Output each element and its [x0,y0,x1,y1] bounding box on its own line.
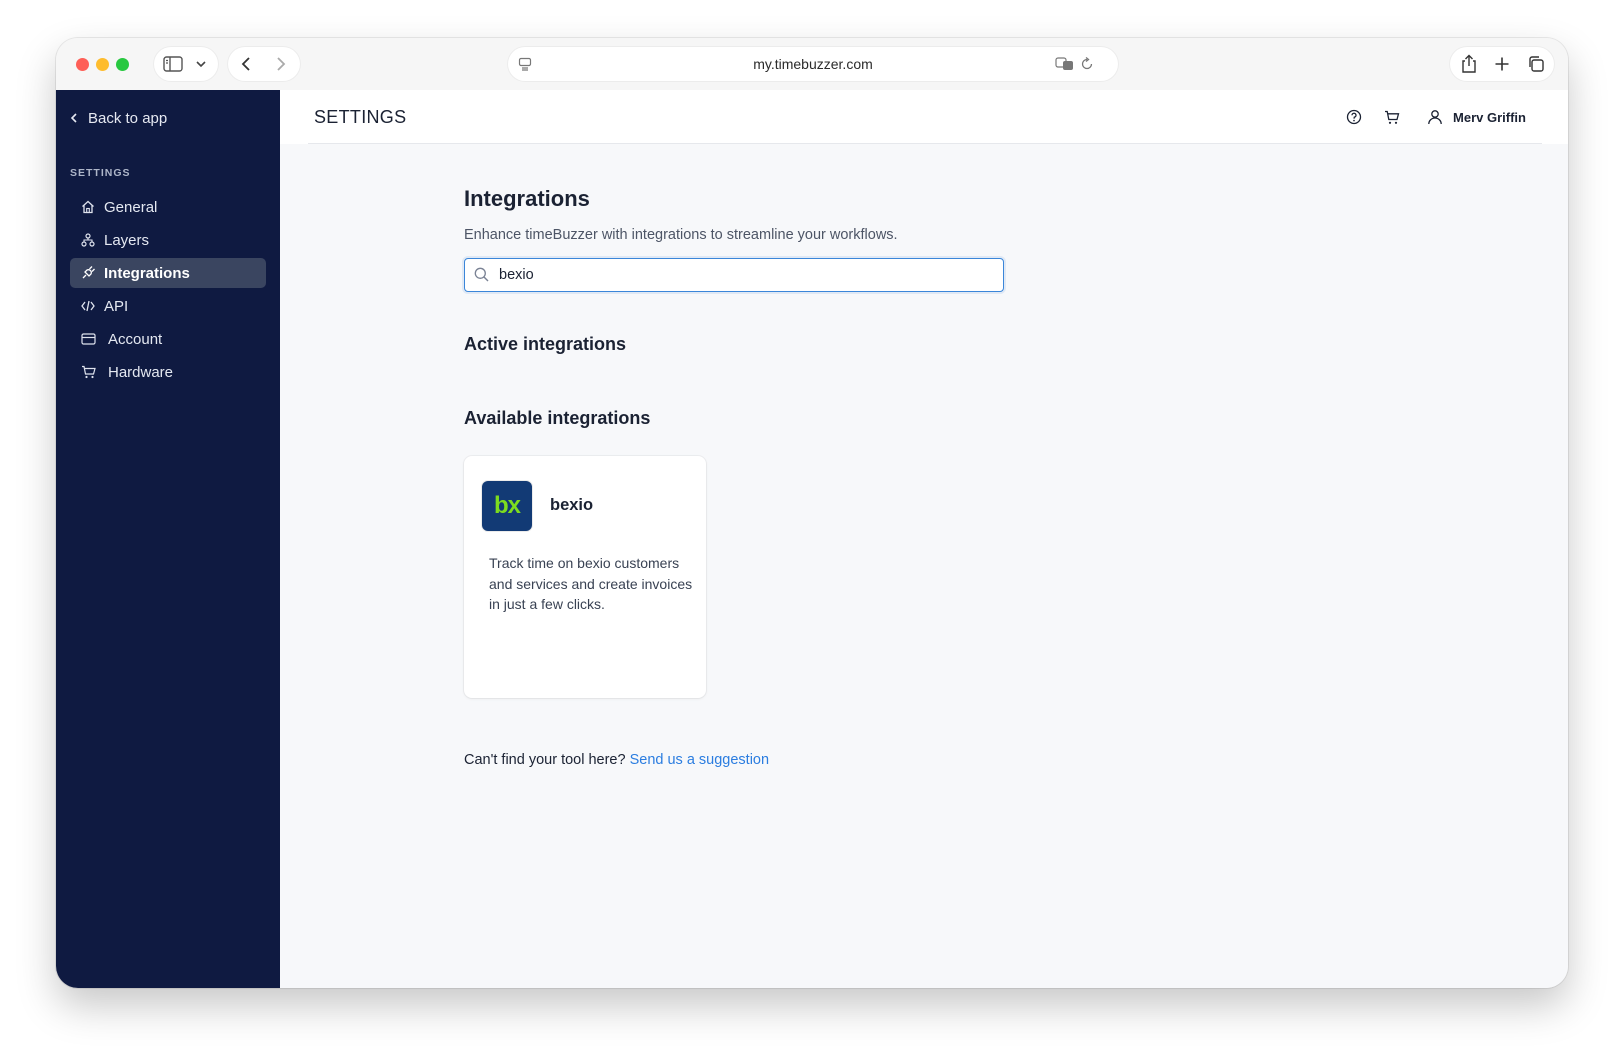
sidebar-item-label: API [104,297,129,315]
url-text: my.timebuzzer.com [753,56,873,72]
browser-toolbar: my.timebuzzer.com [56,38,1568,90]
plug-icon [80,265,96,281]
main-content: Integrations Enhance timeBuzzer with int… [280,144,1568,988]
sidebar-item-label: Account [108,330,163,348]
available-integrations-heading: Available integrations [464,408,651,428]
search-input[interactable] [499,259,979,291]
user-menu[interactable]: Merv Griffin [1427,105,1526,129]
sidebar-item-label: Integrations [104,264,190,282]
back-to-app-link[interactable]: Back to app [70,106,167,130]
sidebar-item-layers[interactable]: Layers [70,225,266,255]
sidebar-item-label: Layers [104,231,150,249]
integration-search [464,258,1004,292]
close-window-button[interactable] [76,58,89,71]
layers-icon [80,232,96,248]
sidebar-section-label: SETTINGS [70,167,131,179]
integration-card-bexio[interactable]: bx bexio Track time on bexio customers a… [464,456,706,698]
suggestion-prompt: Can't find your tool here? Send us a sug… [464,752,769,768]
sidebar-item-integrations[interactable]: Integrations [70,258,266,288]
chevron-down-icon[interactable] [184,47,218,81]
sidebar-nav: General Layers Integrations API Account … [70,192,266,390]
cart-icon [80,364,96,380]
minimize-window-button[interactable] [96,58,109,71]
send-suggestion-link[interactable]: Send us a suggestion [630,752,769,768]
share-icon[interactable] [1452,47,1486,81]
history-nav-group [228,47,300,81]
suggestion-text: Can't find your tool here? [464,752,626,768]
sidebar-item-label: General [104,198,158,216]
cart-button[interactable] [1380,105,1404,129]
sidebar-item-account[interactable]: Account [70,324,266,354]
settings-sidebar: Back to app SETTINGS General Layers Inte… [56,90,280,988]
card-icon [80,331,96,347]
help-button[interactable] [1342,105,1366,129]
tab-overview-icon[interactable] [1519,47,1553,81]
search-icon [474,267,489,287]
active-integrations-heading: Active integrations [464,334,627,354]
browser-window: my.timebuzzer.com Back to app SETTINGS G… [56,38,1568,988]
sidebar-toggle-group [154,47,218,81]
user-name: Merv Griffin [1453,109,1526,125]
integration-description: Track time on bexio customers and servic… [489,555,693,612]
user-icon [1428,110,1442,125]
home-icon [80,199,96,215]
window-actions-group [1450,47,1554,81]
integrations-title: Integrations [464,186,590,211]
bexio-logo: bx [482,481,532,531]
new-tab-icon[interactable] [1485,47,1519,81]
page-title: SETTINGS [314,107,407,127]
bexio-logo-text: bx [493,492,521,519]
app-header: SETTINGS Merv Griffin [280,90,1568,144]
forward-arrow-icon[interactable] [264,47,298,81]
sidebar-item-label: Hardware [108,363,174,381]
code-icon [80,298,96,314]
back-to-app-label: Back to app [88,109,168,127]
shopping-cart-icon [1385,110,1400,124]
sidebar-item-hardware[interactable]: Hardware [70,357,266,387]
help-icon [1346,109,1362,125]
integrations-subtitle: Enhance timeBuzzer with integrations to … [464,227,898,243]
integration-name: bexio [550,496,594,514]
chevron-left-icon [70,113,77,123]
sidebar-item-general[interactable]: General [70,192,266,222]
address-bar[interactable]: my.timebuzzer.com [508,47,1118,81]
sidebar-item-api[interactable]: API [70,291,266,321]
back-arrow-icon[interactable] [229,47,263,81]
reload-icon[interactable] [1070,47,1104,81]
zoom-window-button[interactable] [116,58,129,71]
